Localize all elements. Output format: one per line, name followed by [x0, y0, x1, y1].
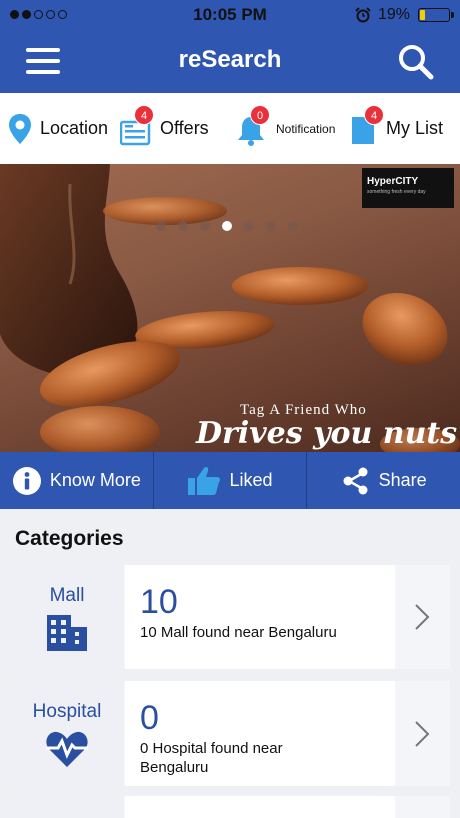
liked-button[interactable]: Liked [152, 452, 307, 509]
know-more-label: Know More [49, 470, 141, 490]
category-card-partial[interactable] [10, 796, 450, 818]
quick-link-label: Offers [160, 118, 209, 138]
search-icon[interactable] [396, 42, 436, 82]
category-badge [10, 796, 124, 818]
heart-pulse-icon [46, 731, 88, 767]
chevron-right-icon [415, 720, 430, 747]
brand-tagline: something fresh every day [367, 189, 426, 195]
pager-dot[interactable] [288, 221, 298, 231]
category-description: 0 Hospital found near Bengaluru [140, 740, 283, 776]
category-info: 0 0 Hospital found near Bengaluru [125, 681, 395, 786]
quick-link-notification[interactable]: 0 Notification [236, 93, 335, 164]
quick-link-label: Location [40, 118, 109, 138]
offers-icon: 4 [119, 104, 154, 146]
category-card-mall[interactable]: Mall 10 10 Mall found near Bengaluru [10, 565, 450, 669]
offers-badge: 4 [134, 104, 154, 125]
category-name: Mall [49, 585, 85, 606]
brand-name: HyperCITY [367, 176, 419, 187]
list-icon: 4 [350, 104, 384, 146]
banner-pager[interactable] [156, 221, 298, 231]
share-label: Share [378, 470, 427, 490]
pager-dot[interactable] [200, 221, 210, 231]
banner-caption-line2: Drives you nuts [196, 416, 458, 451]
status-bar: 10:05 PM 19% [0, 0, 460, 30]
quick-link-location[interactable]: Location [8, 93, 108, 164]
quick-links-bar: Location 4 Offers 0 Notification 4 My Li… [0, 93, 460, 164]
thumbs-up-icon [188, 466, 221, 495]
liked-label: Liked [229, 470, 273, 490]
info-icon [12, 466, 41, 495]
share-icon [343, 467, 368, 494]
quick-link-label: My List [386, 118, 444, 138]
category-count: 0 [140, 699, 159, 737]
pager-dot[interactable] [178, 221, 188, 231]
bell-icon: 0 [236, 104, 270, 146]
banner-actions-bar: Know More Liked Share [0, 452, 460, 509]
categories-heading: Categories [15, 527, 124, 550]
pager-dot[interactable] [266, 221, 276, 231]
category-card-hospital[interactable]: Hospital 0 0 Hospital found near Bengalu… [10, 681, 450, 786]
pager-dot[interactable] [156, 221, 166, 231]
location-pin-icon [9, 113, 31, 144]
hypercity-logo: HyperCITY something fresh every day [362, 168, 454, 208]
category-info: 10 10 Mall found near Bengaluru [125, 565, 395, 669]
alarm-clock-icon [355, 7, 371, 23]
battery-icon [418, 8, 454, 22]
share-button[interactable]: Share [306, 452, 460, 509]
category-badge: Mall [10, 565, 124, 669]
pager-dot[interactable] [222, 221, 232, 231]
category-info [125, 796, 395, 818]
category-badge: Hospital [10, 681, 124, 786]
pager-dot[interactable] [244, 221, 254, 231]
battery-percent: 19% [378, 6, 411, 23]
quick-link-offers[interactable]: 4 Offers [119, 93, 209, 164]
notification-badge: 0 [250, 104, 270, 125]
category-description: 10 Mall found near Bengaluru [140, 624, 337, 641]
promo-banner[interactable]: HyperCITY something fresh every day Tag … [0, 164, 460, 452]
category-count: 10 [140, 583, 178, 621]
quick-link-my-list[interactable]: 4 My List [350, 93, 443, 164]
know-more-button[interactable]: Know More [0, 452, 153, 509]
category-name: Hospital [32, 701, 102, 722]
app-title: reSearch [178, 46, 282, 73]
quick-link-label: Notification [276, 121, 336, 136]
chevron-right-icon [415, 604, 430, 630]
building-icon [47, 615, 87, 651]
app-bar: reSearch [0, 30, 460, 93]
my-list-badge: 4 [364, 104, 384, 125]
